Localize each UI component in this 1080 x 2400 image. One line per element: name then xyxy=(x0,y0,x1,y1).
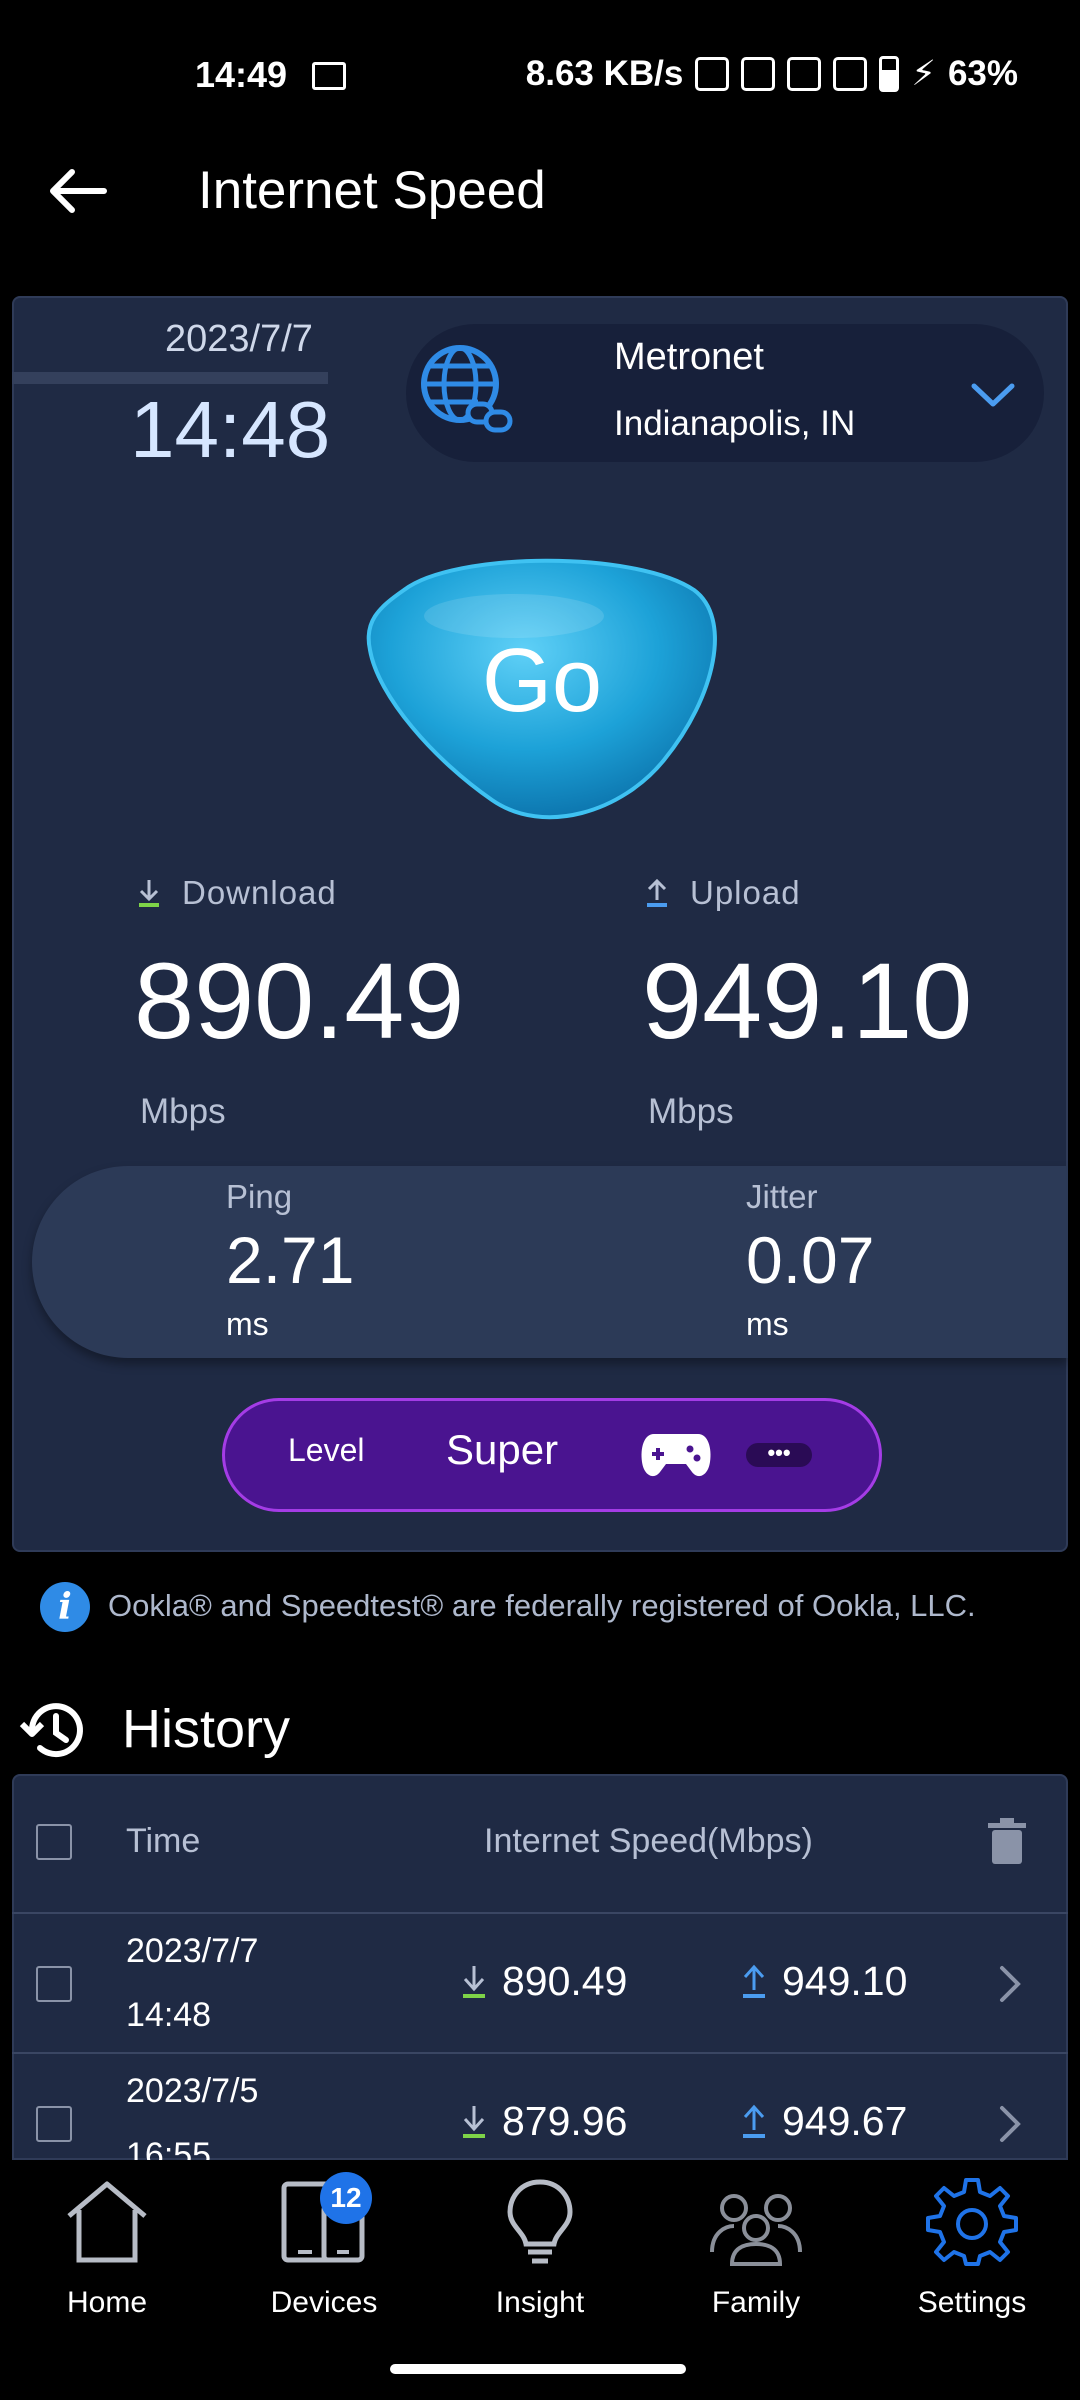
column-header-speed: Internet Speed(Mbps) xyxy=(484,1822,813,1860)
row-date: 2023/7/5 xyxy=(126,2072,259,2110)
home-indicator[interactable] xyxy=(390,2364,686,2374)
row-download: 890.49 xyxy=(460,1958,627,2005)
battery-icon xyxy=(879,56,900,92)
date-divider xyxy=(12,372,328,384)
gear-icon xyxy=(926,2178,1018,2266)
upload-arrow-icon xyxy=(647,878,667,907)
row-date: 2023/7/7 xyxy=(126,1932,259,1970)
ping-value: 2.71 xyxy=(226,1223,355,1297)
upload-header: Upload xyxy=(644,874,801,912)
download-arrow-icon xyxy=(463,1965,485,1998)
family-icon xyxy=(710,2194,802,2266)
lightbulb-icon xyxy=(507,2179,573,2264)
nav-home[interactable]: Home xyxy=(7,2176,207,2326)
wifi-icon xyxy=(787,57,822,91)
battery-percent: 63% xyxy=(947,54,1018,93)
download-arrow-icon xyxy=(463,2105,485,2138)
devices-count-badge: 12 xyxy=(320,2172,372,2224)
download-label: Download xyxy=(182,874,337,911)
ping-unit: ms xyxy=(226,1306,269,1342)
server-location: Indianapolis, IN xyxy=(614,404,856,443)
ping-label: Ping xyxy=(226,1178,293,1215)
nav-insight[interactable]: Insight xyxy=(440,2176,640,2326)
row-checkbox[interactable] xyxy=(36,2106,72,2142)
chevron-down-icon[interactable] xyxy=(968,378,1018,412)
home-icon xyxy=(67,2181,147,2263)
table-divider xyxy=(12,1912,1068,1914)
go-label: Go xyxy=(481,631,603,731)
ping-jitter-panel xyxy=(32,1166,1068,1358)
level-label: Level xyxy=(288,1432,365,1468)
column-header-time: Time xyxy=(126,1822,201,1860)
download-unit: Mbps xyxy=(140,1092,226,1131)
back-arrow-icon[interactable] xyxy=(44,158,110,224)
upload-value: 949.10 xyxy=(642,940,973,1061)
download-arrow-icon xyxy=(139,880,159,907)
status-time: 14:49 xyxy=(195,54,288,95)
test-date: 2023/7/7 xyxy=(165,318,313,360)
server-name: Metronet xyxy=(614,336,764,378)
upload-arrow-icon xyxy=(743,2104,765,2138)
upload-unit: Mbps xyxy=(648,1092,734,1131)
info-icon: i xyxy=(40,1582,90,1632)
row-download-value: 890.49 xyxy=(502,1958,628,2004)
gamepad-icon xyxy=(641,1434,711,1477)
nav-devices-label: Devices xyxy=(270,2286,378,2319)
ookla-disclaimer: Ookla® and Speedtest® are federally regi… xyxy=(108,1588,976,1623)
history-icon xyxy=(19,1703,83,1758)
chevron-right-icon[interactable] xyxy=(996,2104,1024,2144)
no-sim-icon xyxy=(833,57,868,91)
nav-family-label: Family xyxy=(711,2286,801,2319)
row-upload-value: 949.67 xyxy=(782,2098,908,2144)
nav-home-label: Home xyxy=(66,2286,148,2319)
chevron-right-icon[interactable] xyxy=(996,1964,1024,2004)
upload-label: Upload xyxy=(690,874,801,911)
upload-arrow-icon xyxy=(743,1964,765,1998)
vibrate-icon xyxy=(741,57,776,91)
test-time: 14:48 xyxy=(130,385,331,474)
row-checkbox[interactable] xyxy=(36,1966,72,2002)
row-upload: 949.67 xyxy=(740,2098,907,2145)
jitter-label: Jitter xyxy=(746,1178,818,1215)
download-value: 890.49 xyxy=(134,940,465,1061)
status-bar: 14:49 8.63 KB/s ⚡ 63% xyxy=(0,0,1080,150)
page-title: Internet Speed xyxy=(198,161,546,220)
trash-icon[interactable] xyxy=(988,1818,1026,1866)
nav-settings-label: Settings xyxy=(917,2286,1027,2319)
jitter-value: 0.07 xyxy=(746,1223,875,1297)
speedtest-card xyxy=(12,296,1068,1552)
charging-icon: ⚡ xyxy=(911,54,936,93)
row-upload-value: 949.10 xyxy=(782,1958,908,2004)
row-upload: 949.10 xyxy=(740,1958,907,2005)
row-download-value: 879.96 xyxy=(502,2098,628,2144)
gallery-notification-icon xyxy=(312,62,346,90)
download-header: Download xyxy=(136,874,337,912)
select-all-checkbox[interactable] xyxy=(36,1824,72,1860)
more-options-button[interactable]: ••• xyxy=(746,1442,812,1467)
history-title: History xyxy=(122,1699,291,1759)
jitter-unit: ms xyxy=(746,1306,789,1342)
refresh-rate-icon xyxy=(695,57,730,91)
globe-link-icon xyxy=(421,345,513,433)
nav-insight-label: Insight xyxy=(495,2286,585,2319)
level-value: Super xyxy=(446,1426,559,1473)
table-divider xyxy=(12,2052,1068,2054)
row-download: 879.96 xyxy=(460,2098,627,2145)
row-time: 14:48 xyxy=(126,1996,212,2034)
nav-settings[interactable]: Settings xyxy=(872,2176,1072,2326)
network-speed: 8.63 KB/s xyxy=(525,54,684,93)
nav-family[interactable]: Family xyxy=(656,2176,856,2326)
status-right-group: 8.63 KB/s ⚡ 63% xyxy=(526,54,1018,94)
